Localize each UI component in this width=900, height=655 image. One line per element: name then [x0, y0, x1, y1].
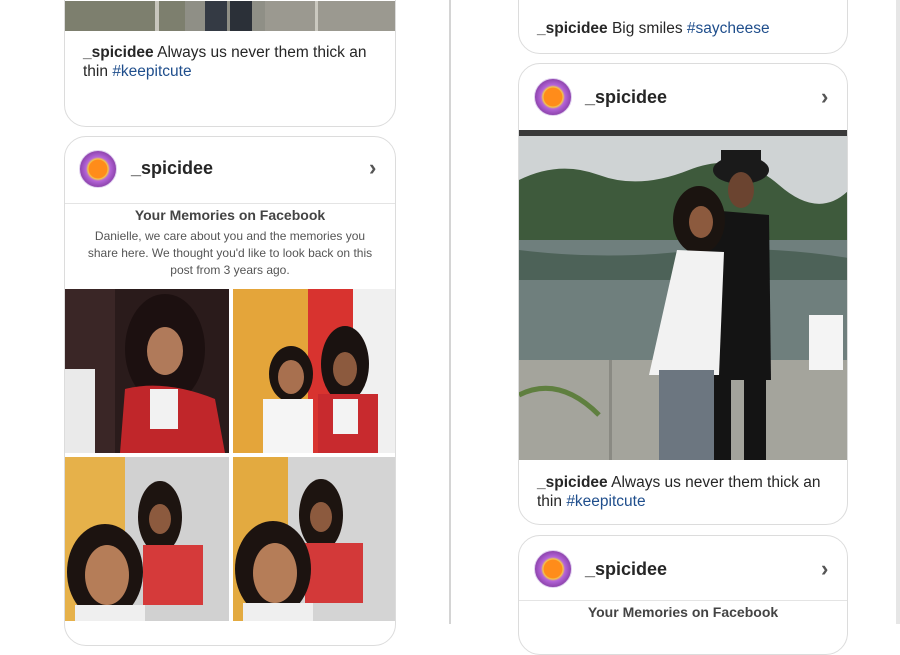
collage-photo-1[interactable] — [65, 289, 229, 453]
post-username[interactable]: _spicidee — [131, 158, 213, 179]
left-memory-card: _spicidee › Your Memories on Facebook Da… — [64, 136, 396, 646]
chevron-right-icon[interactable]: › — [821, 84, 828, 110]
memory-description: Danielle, we care about you and the memo… — [87, 229, 373, 277]
collage-photo-4[interactable] — [233, 457, 395, 621]
caption-username[interactable]: _spicidee — [537, 20, 608, 37]
collage-photo-3[interactable] — [65, 457, 229, 621]
panel-divider — [449, 0, 451, 624]
caption-text: Big smiles — [607, 20, 687, 37]
right-post-card-top: _spicidee Big smiles #saycheese — [518, 0, 848, 54]
post-photo[interactable] — [519, 130, 847, 460]
avatar[interactable] — [79, 150, 117, 188]
chevron-right-icon[interactable]: › — [369, 155, 376, 181]
caption-hashtag[interactable]: #saycheese — [687, 20, 770, 37]
memory-title: Your Memories on Facebook — [587, 604, 779, 620]
avatar[interactable] — [534, 550, 572, 588]
avatar[interactable] — [534, 78, 572, 116]
memory-title: Your Memories on Facebook — [134, 207, 326, 223]
post-caption: _spicidee Big smiles #saycheese — [537, 19, 837, 38]
divider-line — [519, 600, 847, 601]
caption-username[interactable]: _spicidee — [537, 474, 608, 491]
post-username[interactable]: _spicidee — [585, 559, 667, 580]
chevron-right-icon[interactable]: › — [821, 556, 828, 582]
post-username[interactable]: _spicidee — [585, 87, 667, 108]
post-caption: _spicidee Always us never them thick an … — [83, 43, 383, 81]
right-post-card: _spicidee › _spicidee Always us never th… — [518, 63, 848, 525]
caption-hashtag[interactable]: #keepitcute — [566, 493, 645, 510]
caption-username[interactable]: _spicidee — [83, 44, 154, 61]
caption-hashtag[interactable]: #keepitcute — [112, 63, 191, 80]
collage-photo-2[interactable] — [233, 289, 395, 453]
divider-line — [65, 203, 395, 204]
right-memory-card: _spicidee › Your Memories on Facebook — [518, 535, 848, 655]
post-caption: _spicidee Always us never them thick an … — [537, 473, 837, 511]
post-photo[interactable] — [65, 1, 395, 31]
left-post-card-top: _spicidee Always us never them thick an … — [64, 0, 396, 127]
edge-strip — [896, 0, 900, 624]
